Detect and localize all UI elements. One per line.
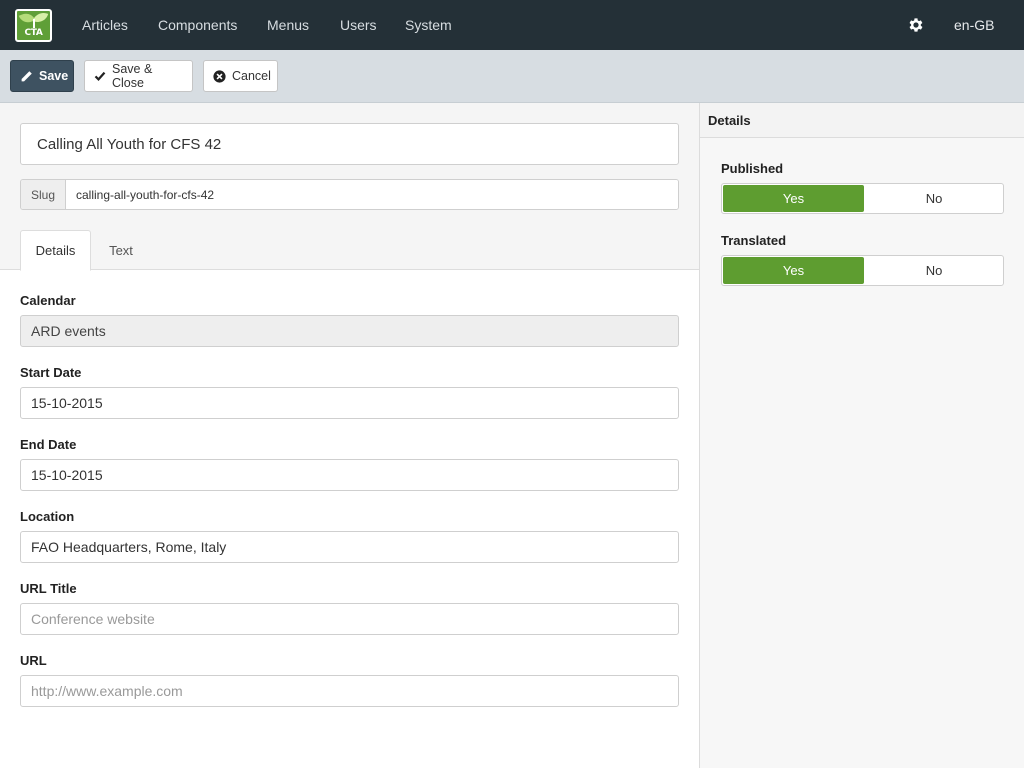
location-label: Location — [20, 509, 75, 524]
published-yes-button[interactable]: Yes — [723, 185, 864, 212]
cancel-button[interactable]: Cancel — [203, 60, 278, 92]
nav-item-system[interactable]: System — [405, 17, 452, 33]
tab-details[interactable]: Details — [20, 230, 91, 271]
sidebar-header: Details — [700, 103, 1024, 138]
published-toggle: Yes No — [721, 183, 1004, 214]
logo-leaf-right — [32, 11, 49, 25]
translated-yes-button[interactable]: Yes — [723, 257, 864, 284]
slug-input[interactable]: calling-all-youth-for-cfs-42 — [66, 180, 678, 209]
slug-field-group: Slug calling-all-youth-for-cfs-42 — [20, 179, 679, 210]
gear-icon[interactable] — [907, 16, 925, 34]
url-label: URL — [20, 653, 47, 668]
action-toolbar: Save Save & Close Cancel — [0, 50, 1024, 103]
save-and-close-label: Save & Close — [112, 62, 153, 90]
start-date-field[interactable]: 15-10-2015 — [20, 387, 679, 419]
logo-stem — [33, 19, 35, 28]
title-input[interactable]: Calling All Youth for CFS 42 — [20, 123, 679, 165]
url-title-label: URL Title — [20, 581, 77, 596]
top-navbar: CTA Articles Components Menus Users Syst… — [0, 0, 1024, 50]
translated-label: Translated — [721, 233, 787, 248]
url-field[interactable]: http://www.example.com — [20, 675, 679, 707]
location-field[interactable]: FAO Headquarters, Rome, Italy — [20, 531, 679, 563]
start-date-label: Start Date — [20, 365, 82, 380]
cta-logo[interactable]: CTA — [15, 9, 52, 42]
nav-item-menus[interactable]: Menus — [267, 17, 309, 33]
check-icon — [94, 71, 106, 82]
calendar-field[interactable]: ARD events — [20, 315, 679, 347]
cancel-button-label: Cancel — [232, 69, 271, 83]
nav-item-articles[interactable]: Articles — [82, 17, 128, 33]
translated-no-button[interactable]: No — [865, 256, 1003, 285]
nav-item-components[interactable]: Components — [158, 17, 237, 33]
tab-text[interactable]: Text — [96, 230, 146, 271]
language-selector[interactable]: en-GB — [954, 17, 994, 33]
end-date-field[interactable]: 15-10-2015 — [20, 459, 679, 491]
calendar-label: Calendar — [20, 293, 76, 308]
save-button-label: Save — [39, 69, 69, 83]
logo-text: CTA — [24, 28, 43, 38]
pencil-icon — [21, 70, 32, 81]
url-title-field[interactable]: Conference website — [20, 603, 679, 635]
close-circle-icon — [213, 69, 226, 83]
save-button[interactable]: Save — [10, 60, 74, 92]
save-and-close-button[interactable]: Save & Close — [84, 60, 193, 92]
translated-toggle: Yes No — [721, 255, 1004, 286]
main-form-panel: Calling All Youth for CFS 42 Slug callin… — [0, 103, 699, 768]
published-label: Published — [721, 161, 784, 176]
end-date-label: End Date — [20, 437, 77, 452]
nav-item-users[interactable]: Users — [340, 17, 377, 33]
details-sidebar: Details Published Yes No Translated Yes … — [699, 103, 1024, 768]
published-no-button[interactable]: No — [865, 184, 1003, 213]
slug-label: Slug — [21, 180, 66, 209]
